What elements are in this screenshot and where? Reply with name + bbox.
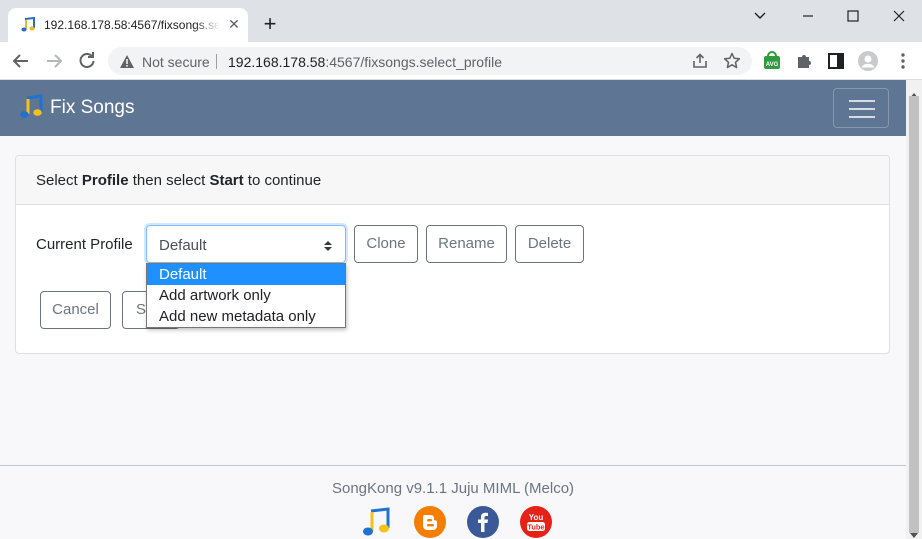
facebook-icon[interactable] — [467, 506, 499, 538]
delete-button[interactable]: Delete — [515, 225, 584, 263]
share-icon[interactable] — [691, 53, 709, 74]
cancel-button[interactable]: Cancel — [40, 291, 111, 329]
browser-menu-icon[interactable] — [893, 51, 913, 71]
minimize-window-icon[interactable] — [793, 4, 823, 28]
brand-title[interactable]: Fix Songs — [50, 97, 134, 119]
bookmark-star-icon[interactable] — [723, 52, 741, 75]
address-bar[interactable]: Not secure 192.168.178.58:4567/fixsongs.… — [108, 47, 752, 75]
close-window-icon[interactable] — [884, 4, 914, 28]
footer-version: SongKong v9.1.1 Juju MIML (Melco) — [331, 480, 575, 497]
navbar-toggler-button[interactable] — [833, 88, 889, 128]
forward-arrow-icon[interactable] — [43, 50, 65, 72]
scroll-down-arrow-icon[interactable] — [910, 526, 918, 539]
extensions-puzzle-icon[interactable] — [794, 51, 814, 71]
app-navbar: Fix Songs — [0, 80, 906, 136]
maximize-window-icon[interactable] — [838, 4, 868, 28]
select-sort-arrows-icon — [324, 239, 332, 257]
songkong-icon[interactable] — [360, 506, 392, 538]
warning-triangle-icon[interactable] — [119, 54, 135, 74]
reload-icon[interactable] — [76, 50, 98, 72]
url-text[interactable]: 192.168.178.58:4567/fixsongs.select_prof… — [228, 54, 502, 70]
svg-text:AVG: AVG — [766, 62, 779, 68]
music-note-favicon-icon — [20, 16, 36, 33]
music-note-logo-icon[interactable] — [18, 94, 44, 125]
new-tab-button[interactable]: + — [258, 13, 282, 37]
youtube-icon[interactable]: You Tube — [520, 506, 552, 538]
browser-tabstrip: 192.168.178.58:4567/fixsongs.select_prof… — [0, 0, 922, 42]
instruction-text: Select Profile then select Start to cont… — [36, 172, 322, 189]
svg-text:You: You — [529, 513, 544, 522]
address-divider — [216, 54, 217, 69]
blogger-icon[interactable] — [414, 506, 446, 538]
side-panel-icon[interactable] — [826, 51, 846, 71]
profile-select[interactable]: Default — [146, 225, 346, 263]
security-status[interactable]: Not secure — [142, 54, 210, 70]
back-arrow-icon[interactable] — [10, 50, 32, 72]
browser-tab[interactable]: 192.168.178.58:4567/fixsongs.select_prof… — [8, 8, 248, 42]
selected-profile: Default — [159, 237, 207, 254]
scrollbar-thumb[interactable] — [909, 96, 919, 533]
close-tab-icon[interactable]: ✕ — [226, 16, 242, 32]
footer-divider — [0, 465, 906, 466]
page-scrollbar[interactable] — [906, 80, 922, 539]
svg-text:Tube: Tube — [527, 522, 544, 531]
clone-button[interactable]: Clone — [354, 225, 418, 263]
rename-button[interactable]: Rename — [426, 225, 507, 263]
avg-extension-icon[interactable]: AVG — [762, 51, 782, 71]
card-header: Select Profile then select Start to cont… — [16, 156, 889, 205]
chevron-down-icon[interactable] — [745, 4, 775, 28]
current-profile-label: Current Profile — [36, 236, 133, 253]
profile-avatar-icon[interactable] — [858, 51, 878, 71]
profile-option[interactable]: Add new metadata only — [147, 306, 345, 327]
browser-toolbar: Not secure 192.168.178.58:4567/fixsongs.… — [0, 42, 922, 80]
profile-options-list: Default Add artwork only Add new metadat… — [146, 263, 346, 328]
tab-title: 192.168.178.58:4567/fixsongs.select_prof… — [44, 18, 220, 32]
profile-option[interactable]: Add artwork only — [147, 285, 345, 306]
hamburger-menu-icon — [849, 100, 875, 102]
profile-option[interactable]: Default — [147, 264, 345, 285]
